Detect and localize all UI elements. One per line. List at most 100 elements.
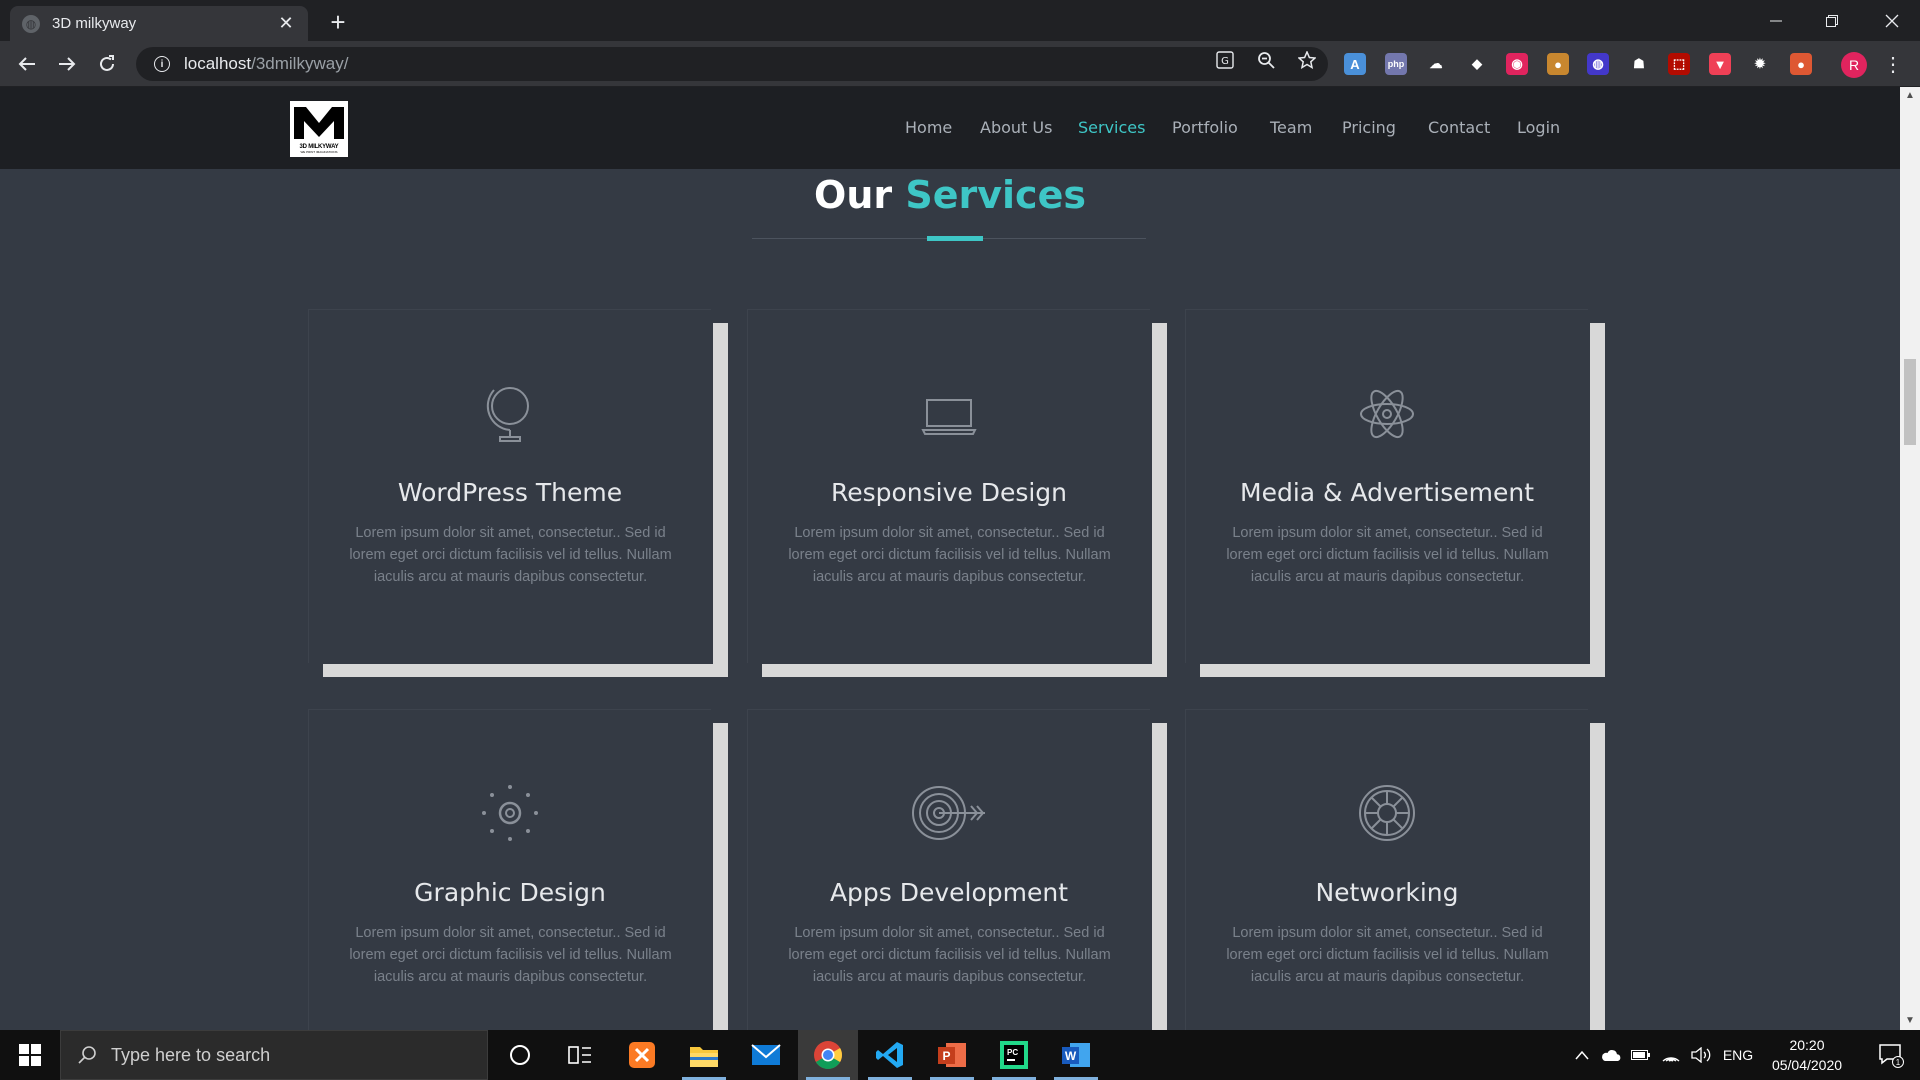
svg-text:PC: PC: [1007, 1048, 1018, 1057]
chrome-icon[interactable]: [798, 1030, 858, 1080]
service-card-networking[interactable]: Networking Lorem ipsum dolor sit amet, c…: [1185, 709, 1588, 1030]
nav-link-login[interactable]: Login: [1517, 118, 1560, 137]
card-shadow: [1590, 323, 1605, 677]
scroll-up-icon[interactable]: ▲: [1900, 87, 1920, 105]
section-title: Our Services: [0, 173, 1900, 217]
vscode-icon[interactable]: [860, 1030, 920, 1080]
nav-link-team[interactable]: Team: [1270, 118, 1312, 137]
nav-link-pricing[interactable]: Pricing: [1342, 118, 1396, 137]
cookie-extension-icon[interactable]: ●: [1547, 53, 1569, 75]
forward-arrow-icon: [59, 57, 76, 71]
back-button[interactable]: [13, 50, 41, 78]
service-card-graphic-design[interactable]: Graphic Design Lorem ipsum dolor sit ame…: [308, 709, 711, 1030]
php-extension-icon[interactable]: php: [1385, 53, 1407, 75]
taskbar-search-box[interactable]: Type here to search: [60, 1030, 488, 1080]
back-arrow-icon: [18, 57, 35, 71]
bookmark-star-icon[interactable]: [1296, 49, 1318, 71]
service-title: Graphic Design: [414, 878, 606, 907]
site-logo[interactable]: 3D MILKYWAY WE PRINT IMAGINATIONS: [290, 101, 348, 157]
action-center-button[interactable]: 1: [1866, 1030, 1916, 1080]
show-hidden-icons-icon[interactable]: [1570, 1030, 1594, 1080]
cortana-icon[interactable]: [490, 1030, 550, 1080]
settings-extension-icon[interactable]: ✹: [1749, 53, 1771, 75]
service-card-media-advertisement[interactable]: Media & Advertisement Lorem ipsum dolor …: [1185, 309, 1588, 663]
new-tab-button[interactable]: +: [324, 8, 352, 36]
start-button[interactable]: [0, 1030, 60, 1080]
service-description: Lorem ipsum dolor sit amet, consectetur.…: [349, 925, 672, 985]
service-description: Lorem ipsum dolor sit amet, consectetur.…: [788, 525, 1111, 585]
svg-text:1: 1: [1896, 1058, 1901, 1067]
pocket-extension-icon[interactable]: ▼: [1709, 53, 1731, 75]
service-title: Networking: [1315, 878, 1459, 907]
reload-icon: [100, 55, 114, 71]
clock-date: 05/04/2020: [1771, 1057, 1843, 1073]
word-icon[interactable]: W: [1046, 1030, 1106, 1080]
url-host: localhost: [184, 54, 252, 73]
wifi-icon[interactable]: [1658, 1030, 1684, 1080]
scrollbar-thumb[interactable]: [1904, 359, 1916, 445]
close-window-button[interactable]: [1864, 0, 1920, 41]
translate-extension-icon[interactable]: A: [1344, 53, 1366, 75]
powerpoint-icon[interactable]: P: [922, 1030, 982, 1080]
service-title: WordPress Theme: [397, 478, 623, 507]
system-clock[interactable]: 20:20 05/04/2020: [1752, 1030, 1862, 1080]
clock-time: 20:20: [1789, 1037, 1825, 1053]
address-bar[interactable]: i localhost/3dmilkyway/: [136, 47, 1328, 81]
card-shadow: [1152, 723, 1167, 1030]
section-title-accent: Services: [905, 173, 1086, 217]
battery-icon[interactable]: [1628, 1030, 1654, 1080]
service-description: Lorem ipsum dolor sit amet, consectetur.…: [349, 525, 672, 585]
task-view-icon[interactable]: [550, 1030, 610, 1080]
profile-avatar[interactable]: R: [1841, 52, 1867, 78]
search-icon: [78, 1046, 96, 1064]
nav-link-contact[interactable]: Contact: [1428, 118, 1490, 137]
globe-icon: [309, 380, 711, 446]
file-explorer-icon[interactable]: [674, 1030, 734, 1080]
service-card-wordpress-theme[interactable]: WordPress Theme Lorem ipsum dolor sit am…: [308, 309, 711, 663]
pycharm-icon[interactable]: PC: [984, 1030, 1044, 1080]
service-title: Responsive Design: [830, 478, 1068, 507]
record-extension-icon[interactable]: ◉: [1506, 53, 1528, 75]
globe-favicon-icon: ◍: [22, 14, 40, 33]
mail-icon[interactable]: [736, 1030, 796, 1080]
minimize-window-button[interactable]: [1748, 0, 1804, 41]
nav-link-home[interactable]: Home: [905, 118, 952, 137]
scroll-down-icon[interactable]: ▼: [1900, 1012, 1920, 1030]
logo-tagline: WE PRINT IMAGINATIONS: [300, 150, 338, 154]
forward-button[interactable]: [53, 50, 81, 78]
vpn-extension-icon[interactable]: ◍: [1587, 53, 1609, 75]
service-card-apps-development[interactable]: Apps Development Lorem ipsum dolor sit a…: [747, 709, 1150, 1030]
xampp-icon[interactable]: [612, 1030, 672, 1080]
service-card-responsive-design[interactable]: Responsive Design Lorem ipsum dolor sit …: [747, 309, 1150, 663]
reload-button[interactable]: [93, 50, 121, 78]
ghost-extension-icon[interactable]: ☗: [1628, 53, 1650, 75]
service-description: Lorem ipsum dolor sit amet, consectetur.…: [1226, 925, 1549, 985]
pdf-extension-icon[interactable]: ⬚: [1668, 53, 1690, 75]
card-shadow: [762, 664, 1167, 677]
page-viewport: 3D MILKYWAY WE PRINT IMAGINATIONS Home A…: [0, 87, 1900, 1030]
translate-icon[interactable]: G: [1214, 49, 1236, 71]
nav-link-services[interactable]: Services: [1078, 118, 1145, 137]
atom-icon: [1186, 380, 1588, 446]
page-scrollbar[interactable]: ▲ ▼: [1900, 87, 1920, 1030]
service-title: Apps Development: [829, 878, 1069, 907]
cloud-extension-icon[interactable]: ☁: [1425, 53, 1447, 75]
shield-extension-icon[interactable]: ◆: [1466, 53, 1488, 75]
windows-logo-icon: [19, 1044, 41, 1066]
card-shadow: [713, 323, 728, 677]
zoom-icon[interactable]: [1255, 49, 1277, 71]
close-tab-icon[interactable]: ✕: [276, 13, 296, 34]
nav-link-portfolio[interactable]: Portfolio: [1172, 118, 1238, 137]
card-shadow: [1200, 664, 1605, 677]
nav-link-about-us[interactable]: About Us: [980, 118, 1052, 137]
browser-tab[interactable]: ◍ 3D milkyway ✕: [10, 6, 308, 41]
browser-menu-icon[interactable]: ⋮: [1883, 52, 1903, 78]
logo-mark-icon: [294, 107, 344, 139]
search-placeholder: Type here to search: [111, 1044, 271, 1065]
restore-window-button[interactable]: [1804, 0, 1860, 41]
site-info-icon[interactable]: i: [154, 56, 170, 72]
onedrive-icon[interactable]: [1598, 1030, 1624, 1080]
duckduckgo-extension-icon[interactable]: ●: [1790, 53, 1812, 75]
volume-icon[interactable]: [1688, 1030, 1714, 1080]
svg-text:G: G: [1221, 56, 1229, 67]
